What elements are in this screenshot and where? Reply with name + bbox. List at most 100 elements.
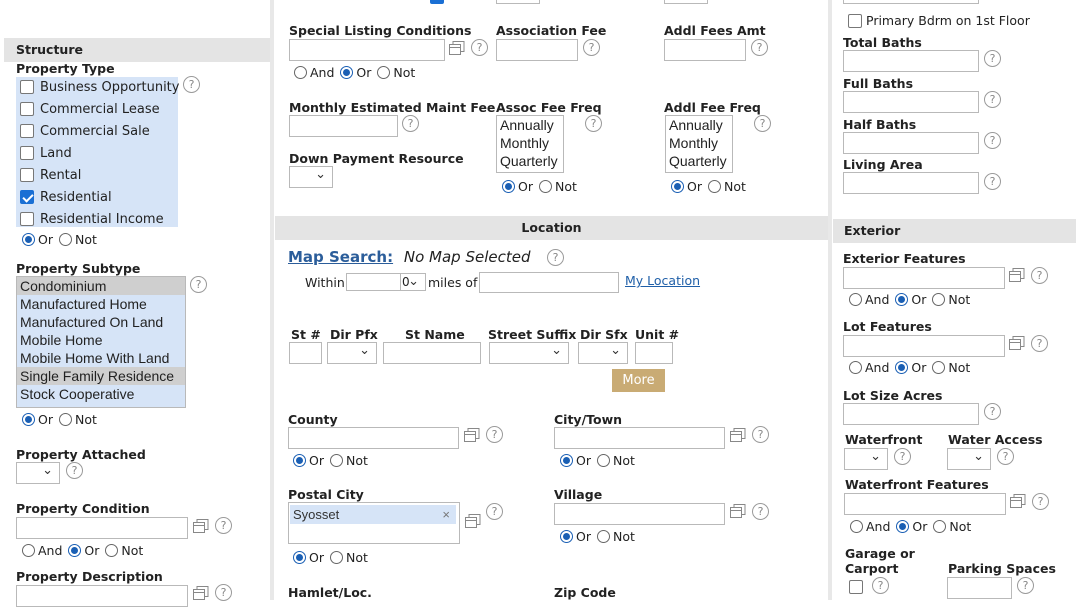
help-icon[interactable]: ? <box>1017 577 1034 594</box>
property-type-option[interactable]: Business Opportunity <box>20 80 179 102</box>
monthly-maint-fee-input[interactable] <box>289 115 398 137</box>
not-radio[interactable] <box>377 66 391 79</box>
property-type-checkbox[interactable] <box>20 146 34 160</box>
city-town-input[interactable] <box>554 427 725 449</box>
not-radio[interactable] <box>596 530 610 543</box>
property-subtype-option[interactable]: Manufactured On Land <box>17 313 185 331</box>
postal-city-token[interactable]: Syosset × <box>290 505 456 524</box>
picker-icon[interactable] <box>1009 336 1025 350</box>
assoc-fee-freq-option[interactable]: Monthly <box>497 134 563 152</box>
or-radio[interactable] <box>22 233 35 246</box>
not-radio[interactable] <box>596 454 610 467</box>
picker-icon[interactable] <box>1010 494 1026 508</box>
and-radio[interactable] <box>849 293 862 306</box>
waterfront-features-input[interactable] <box>844 493 1006 515</box>
lot-size-acres-input[interactable] <box>843 403 979 425</box>
help-icon[interactable]: ? <box>66 462 83 479</box>
help-icon[interactable]: ? <box>872 577 889 594</box>
not-radio[interactable] <box>932 293 946 306</box>
street-suffix-select[interactable] <box>489 342 569 364</box>
garage-carport-checkbox[interactable] <box>849 580 863 594</box>
help-icon[interactable]: ? <box>984 50 1001 67</box>
help-icon[interactable]: ? <box>183 76 200 93</box>
within-miles-select[interactable]: 0 <box>400 273 426 291</box>
not-radio[interactable] <box>329 551 343 564</box>
help-icon[interactable]: ? <box>984 132 1001 149</box>
waterfront-select[interactable] <box>844 448 888 470</box>
help-icon[interactable]: ? <box>402 115 419 132</box>
not-radio[interactable] <box>933 520 947 533</box>
assoc-fee-freq-listbox[interactable]: Annually Monthly Quarterly <box>496 115 564 173</box>
property-attached-select[interactable] <box>16 462 60 484</box>
help-icon[interactable]: ? <box>215 584 232 601</box>
or-radio[interactable] <box>895 361 909 374</box>
picker-icon[interactable] <box>730 428 746 442</box>
addl-fee-freq-listbox[interactable]: Annually Monthly Quarterly <box>665 115 733 173</box>
help-icon[interactable]: ? <box>1031 335 1048 352</box>
my-location-link[interactable]: My Location <box>625 273 700 288</box>
property-type-option[interactable]: Commercial Sale <box>20 124 179 146</box>
more-button[interactable]: More <box>612 369 665 392</box>
property-type-checkbox[interactable] <box>20 102 34 116</box>
st-num-input[interactable] <box>289 342 322 364</box>
picker-icon[interactable] <box>193 519 209 533</box>
or-radio[interactable] <box>895 293 909 306</box>
help-icon[interactable]: ? <box>752 503 769 520</box>
property-type-checkbox[interactable] <box>20 168 34 182</box>
help-icon[interactable]: ? <box>547 249 564 266</box>
or-radio[interactable] <box>293 454 306 467</box>
picker-icon[interactable] <box>465 514 481 528</box>
property-subtype-option[interactable]: Condominium <box>17 277 185 295</box>
or-radio[interactable] <box>671 180 684 193</box>
not-radio[interactable] <box>932 361 946 374</box>
not-radio[interactable] <box>58 233 72 246</box>
help-icon[interactable]: ? <box>190 276 207 293</box>
half-baths-input[interactable] <box>843 132 979 154</box>
property-type-checkbox[interactable] <box>20 212 34 226</box>
remove-token-icon[interactable]: × <box>442 505 450 524</box>
partial-input[interactable] <box>496 0 540 4</box>
or-radio[interactable] <box>896 520 910 533</box>
picker-icon[interactable] <box>193 586 209 600</box>
checkbox-partial[interactable] <box>430 0 444 4</box>
location-input[interactable] <box>479 272 619 293</box>
property-type-checkbox[interactable] <box>20 80 34 94</box>
and-radio[interactable] <box>849 361 862 374</box>
help-icon[interactable]: ? <box>754 115 771 132</box>
or-radio[interactable] <box>293 551 306 564</box>
or-radio[interactable] <box>340 66 354 79</box>
help-icon[interactable]: ? <box>984 91 1001 108</box>
help-icon[interactable]: ? <box>1032 493 1049 510</box>
property-subtype-option[interactable]: Manufactured Home <box>17 295 185 313</box>
help-icon[interactable]: ? <box>583 39 600 56</box>
help-icon[interactable]: ? <box>997 448 1014 465</box>
property-subtype-option[interactable]: Stock Cooperative <box>17 385 185 403</box>
partial-input[interactable] <box>664 0 708 4</box>
addl-fee-freq-option[interactable]: Monthly <box>666 134 732 152</box>
or-radio[interactable] <box>560 454 573 467</box>
not-radio[interactable] <box>105 544 119 557</box>
down-payment-select[interactable] <box>289 166 333 188</box>
picker-icon[interactable] <box>1009 268 1025 282</box>
village-input[interactable] <box>554 503 725 525</box>
living-area-input[interactable] <box>843 172 979 194</box>
not-radio[interactable] <box>58 413 72 426</box>
help-icon[interactable]: ? <box>984 403 1001 420</box>
property-type-option[interactable]: Residential Income <box>20 212 179 234</box>
property-type-checkbox[interactable] <box>20 124 34 138</box>
county-input[interactable] <box>288 427 459 449</box>
help-icon[interactable]: ? <box>486 503 503 520</box>
and-radio[interactable] <box>850 520 863 533</box>
and-radio[interactable] <box>22 544 35 557</box>
association-fee-input[interactable] <box>496 39 578 61</box>
help-icon[interactable]: ? <box>752 426 769 443</box>
property-subtype-listbox[interactable]: Condominium Manufactured Home Manufactured… <box>16 276 186 408</box>
help-icon[interactable]: ? <box>1031 267 1048 284</box>
dir-sfx-select[interactable] <box>578 342 628 364</box>
assoc-fee-freq-option[interactable]: Annually <box>497 116 563 134</box>
dir-pfx-select[interactable] <box>327 342 377 364</box>
addl-fee-freq-option[interactable]: Annually <box>666 116 732 134</box>
assoc-fee-freq-option[interactable]: Quarterly <box>497 152 563 170</box>
property-subtype-option[interactable]: Mobile Home <box>17 331 185 349</box>
property-type-option[interactable]: Commercial Lease <box>20 102 179 124</box>
